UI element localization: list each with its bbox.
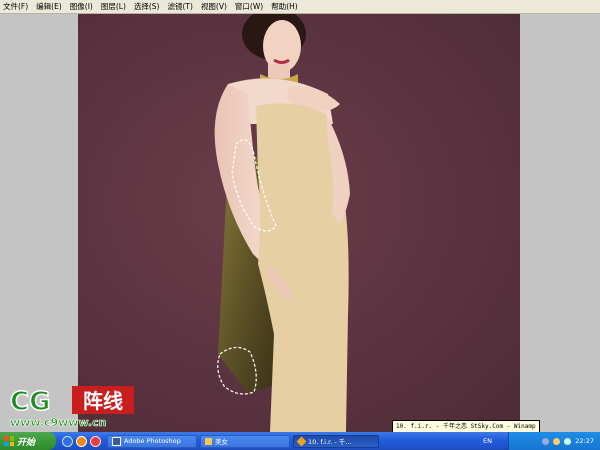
menu-filter[interactable]: 滤镜(T) bbox=[164, 0, 197, 13]
menu-image[interactable]: 图像(I) bbox=[66, 0, 97, 13]
taskbar: 开始 Adobe Photoshop 美女 10. f.i.r. - 千... … bbox=[0, 432, 600, 450]
messenger-icon[interactable] bbox=[90, 435, 101, 447]
browser-icon[interactable] bbox=[62, 435, 73, 447]
task-label: 10. f.i.r. - 千... bbox=[308, 438, 352, 446]
task-photoshop[interactable]: Adobe Photoshop bbox=[107, 434, 197, 448]
clock: 22:27 bbox=[575, 437, 594, 445]
watermark-url: www.c9www.cn bbox=[10, 416, 106, 429]
watermark-logo: CG 阵线 www.c9www.cn bbox=[8, 384, 138, 430]
menu-help[interactable]: 帮助(H) bbox=[267, 0, 302, 13]
winamp-icon bbox=[296, 436, 307, 446]
task-winamp[interactable]: 10. f.i.r. - 千... bbox=[293, 434, 379, 448]
task-label: Adobe Photoshop bbox=[124, 437, 181, 445]
workspace bbox=[0, 14, 600, 432]
menu-select[interactable]: 选择(S) bbox=[130, 0, 164, 13]
volume-icon[interactable] bbox=[553, 437, 561, 445]
media-icon[interactable] bbox=[76, 435, 87, 447]
menu-file[interactable]: 文件(F) bbox=[0, 0, 32, 13]
task-folder[interactable]: 美女 bbox=[200, 434, 290, 448]
watermark-logo-text: CG bbox=[10, 387, 50, 417]
start-label: 开始 bbox=[17, 437, 36, 448]
watermark-logo-badge-text: 阵线 bbox=[83, 389, 123, 413]
folder-icon bbox=[205, 437, 212, 445]
system-tray: EN 22:27 bbox=[483, 432, 600, 450]
menu-edit[interactable]: 编辑(E) bbox=[32, 0, 66, 13]
document-canvas[interactable] bbox=[78, 14, 520, 432]
language-indicator[interactable]: EN bbox=[483, 437, 492, 445]
task-label: 美女 bbox=[215, 438, 228, 446]
menu-layer[interactable]: 图层(L) bbox=[97, 0, 130, 13]
menu-window[interactable]: 窗口(W) bbox=[231, 0, 267, 13]
windows-logo-icon bbox=[4, 436, 14, 446]
quick-launch bbox=[62, 435, 101, 447]
menu-bar: 文件(F) 编辑(E) 图像(I) 图层(L) 选择(S) 滤镜(T) 视图(V… bbox=[0, 0, 600, 14]
start-button[interactable]: 开始 bbox=[0, 432, 56, 450]
menu-view[interactable]: 视图(V) bbox=[197, 0, 231, 13]
network-icon[interactable] bbox=[542, 437, 550, 445]
security-icon[interactable] bbox=[564, 437, 572, 445]
canvas-artwork bbox=[214, 14, 350, 432]
photoshop-icon bbox=[112, 436, 121, 446]
